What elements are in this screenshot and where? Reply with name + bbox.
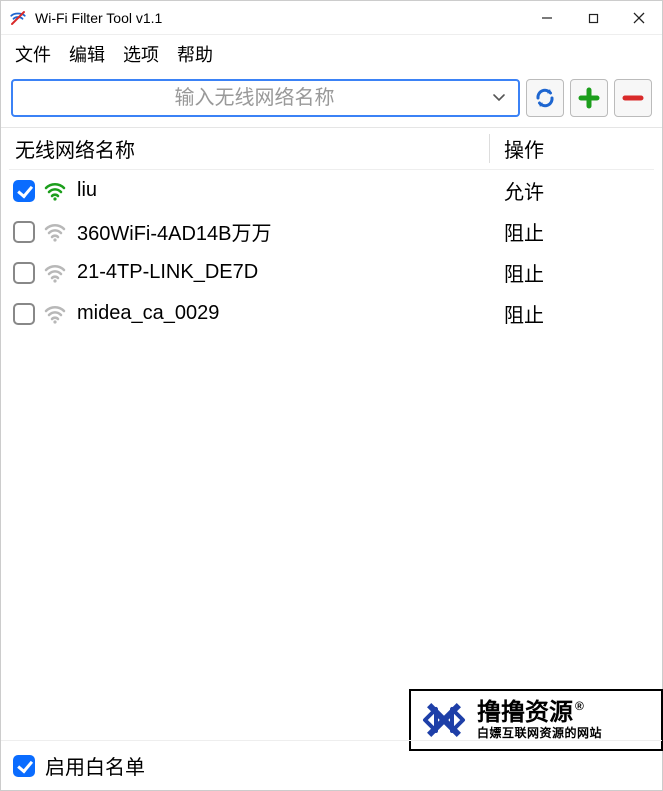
row-checkbox[interactable]: [13, 180, 35, 202]
whitelist-label: 启用白名单: [45, 751, 145, 780]
titlebar: Wi-Fi Filter Tool v1.1: [1, 1, 662, 35]
network-name: 360WiFi-4AD14B万万: [77, 217, 490, 246]
close-button[interactable]: [616, 1, 662, 35]
menu-options[interactable]: 选项: [123, 41, 159, 67]
wifi-icon: [43, 220, 67, 244]
menubar: 文件 编辑 选项 帮助: [1, 35, 662, 75]
add-button[interactable]: [570, 79, 608, 117]
footer: 启用白名单: [1, 740, 662, 790]
list-header: 无线网络名称 操作: [9, 128, 654, 170]
network-name: 21-4TP-LINK_DE7D: [77, 261, 490, 284]
network-name-combo[interactable]: [11, 79, 520, 117]
window-controls: [524, 1, 662, 34]
watermark-logo-icon: [419, 695, 469, 745]
watermark-title: 撸撸资源: [477, 700, 573, 726]
table-row[interactable]: 21-4TP-LINK_DE7D阻止: [9, 252, 654, 293]
network-status: 允许: [490, 176, 650, 205]
menu-file[interactable]: 文件: [15, 41, 51, 67]
menu-help[interactable]: 帮助: [177, 41, 213, 67]
network-name-input[interactable]: [23, 87, 486, 110]
registered-icon: ®: [575, 700, 584, 713]
whitelist-checkbox[interactable]: [13, 755, 35, 777]
table-row[interactable]: 360WiFi-4AD14B万万阻止: [9, 211, 654, 252]
network-status: 阻止: [490, 299, 650, 328]
network-list: 无线网络名称 操作 liu允许 360WiFi-4AD14B万万阻止 21-4T…: [1, 127, 662, 740]
network-name: midea_ca_0029: [77, 302, 490, 325]
network-status: 阻止: [490, 217, 650, 246]
column-name[interactable]: 无线网络名称: [13, 134, 490, 163]
network-status: 阻止: [490, 258, 650, 287]
table-row[interactable]: midea_ca_0029阻止: [9, 293, 654, 334]
wifi-icon: [43, 302, 67, 326]
wifi-icon: [43, 179, 67, 203]
refresh-button[interactable]: [526, 79, 564, 117]
wifi-icon: [43, 261, 67, 285]
table-row[interactable]: liu允许: [9, 170, 654, 211]
row-checkbox[interactable]: [13, 221, 35, 243]
column-action[interactable]: 操作: [490, 134, 650, 163]
chevron-down-icon[interactable]: [486, 90, 512, 107]
network-name: liu: [77, 179, 490, 202]
watermark-text: 撸撸资源 ® 白嫖互联网资源的网站: [477, 700, 602, 740]
row-checkbox[interactable]: [13, 303, 35, 325]
remove-button[interactable]: [614, 79, 652, 117]
maximize-button[interactable]: [570, 1, 616, 35]
row-checkbox[interactable]: [13, 262, 35, 284]
app-icon: [9, 9, 27, 27]
menu-edit[interactable]: 编辑: [69, 41, 105, 67]
minimize-button[interactable]: [524, 1, 570, 35]
watermark-subtitle: 白嫖互联网资源的网站: [477, 727, 602, 740]
toolbar: [1, 75, 662, 127]
window-title: Wi-Fi Filter Tool v1.1: [35, 10, 524, 26]
